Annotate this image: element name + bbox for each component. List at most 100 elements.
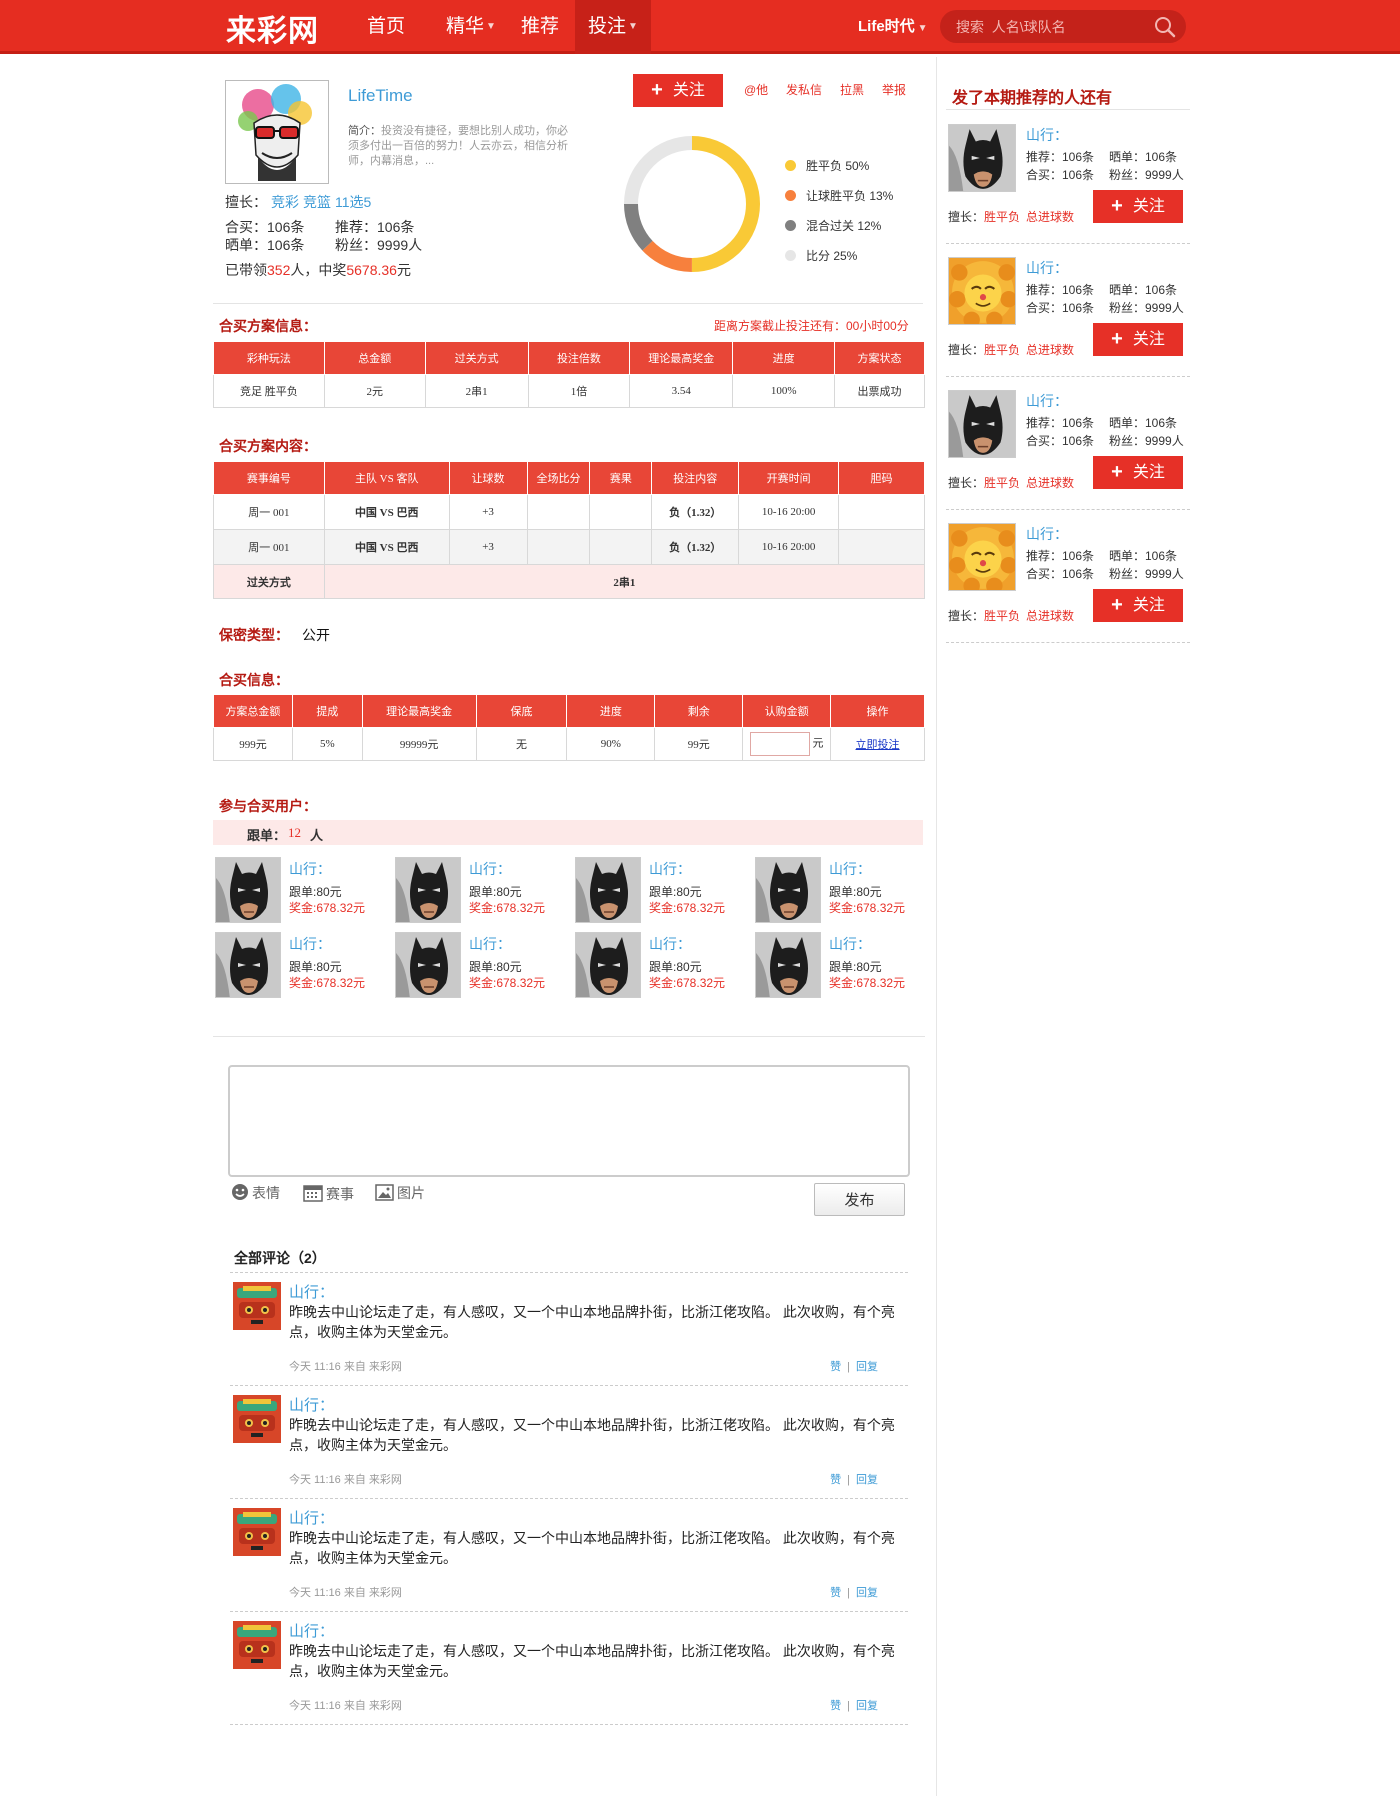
comment-avatar[interactable] xyxy=(233,1395,281,1443)
recommender-avatar[interactable] xyxy=(948,124,1016,192)
emoji-tool[interactable]: 表情 xyxy=(231,1183,280,1203)
follow-button[interactable]: + 关注 xyxy=(1093,190,1183,223)
expertise-tag[interactable]: 竞彩 xyxy=(271,194,299,210)
expertise-tag[interactable]: 总进球数 xyxy=(1026,343,1074,357)
recommender-name[interactable]: 山行： xyxy=(1026,524,1068,544)
nav-featured[interactable]: 精华 ▼ xyxy=(440,0,502,54)
comment-text: 昨晚去中山论坛走了走，有人感叹，又一个中山本地品牌扑街，比浙江佬攻陷。 此次收购… xyxy=(289,1643,895,1679)
like-link[interactable]: 赞 xyxy=(830,1587,841,1599)
expertise-tag[interactable]: 总进球数 xyxy=(1026,210,1074,224)
recommender-name[interactable]: 山行： xyxy=(1026,125,1068,145)
stat-hemai: 合买：106条 xyxy=(225,219,305,235)
comment-author[interactable]: 山行： xyxy=(289,1281,334,1302)
comment-avatar[interactable] xyxy=(233,1508,281,1556)
participant-bonus: 奖金:678.32元 xyxy=(649,901,726,915)
recommender-name[interactable]: 山行： xyxy=(1026,258,1068,278)
comment-author[interactable]: 山行： xyxy=(289,1507,334,1528)
participant-avatar[interactable] xyxy=(575,857,641,923)
block-link[interactable]: 拉黑 xyxy=(840,81,864,98)
comment-actions: 赞 | 回复 xyxy=(830,1697,878,1713)
report-link[interactable]: 举报 xyxy=(882,81,906,98)
participant-avatar[interactable] xyxy=(755,932,821,998)
follow-button[interactable]: + 关注 xyxy=(1093,323,1183,356)
table-row: 999元 5% 99999元 无 90% 99元 元 立即投注 xyxy=(213,727,925,761)
at-him-link[interactable]: @他 xyxy=(744,81,768,98)
expertise-tag[interactable]: 竞篮 xyxy=(303,194,331,210)
comment-avatar[interactable] xyxy=(233,1621,281,1669)
recommender-avatar[interactable] xyxy=(948,390,1016,458)
participant-avatar[interactable] xyxy=(755,857,821,923)
reply-link[interactable]: 回复 xyxy=(856,1474,878,1486)
match-tool[interactable]: 赛事 xyxy=(303,1183,354,1204)
participant-name[interactable]: 山行： xyxy=(289,934,331,954)
buy-unit: 元 xyxy=(812,737,824,750)
private-message-link[interactable]: 发私信 xyxy=(786,81,822,98)
expertise-tag[interactable]: 总进球数 xyxy=(1026,609,1074,623)
search-box xyxy=(940,10,1186,43)
recommender-avatar[interactable] xyxy=(948,523,1016,591)
publish-button[interactable]: 发布 xyxy=(814,1183,905,1216)
buy-amount-input[interactable] xyxy=(749,732,810,756)
participant-name[interactable]: 山行： xyxy=(829,934,871,954)
participant-name[interactable]: 山行： xyxy=(649,934,691,954)
profile-name[interactable]: LifeTime xyxy=(348,86,413,106)
expertise-tag[interactable]: 胜平负 xyxy=(984,476,1020,490)
participant-name[interactable]: 山行： xyxy=(469,934,511,954)
nav-bet[interactable]: 投注 ▼ xyxy=(575,0,651,54)
like-link[interactable]: 赞 xyxy=(830,1474,841,1486)
comment-avatar[interactable] xyxy=(233,1282,281,1330)
image-tool[interactable]: 图片 xyxy=(375,1183,425,1203)
participant-card: 山行： 跟单:80元 奖金:678.32元 xyxy=(213,932,388,1002)
comment-textarea[interactable] xyxy=(228,1065,910,1177)
follow-button[interactable]: + 关注 xyxy=(1093,456,1183,489)
participant-avatar[interactable] xyxy=(215,857,281,923)
reply-link[interactable]: 回复 xyxy=(856,1700,878,1712)
table-header-row: 方案总金额 提成 理论最高奖金 保底 进度 剩余 认购金额 操作 xyxy=(213,694,925,728)
separator: | xyxy=(847,1587,850,1599)
follow-label: 关注 xyxy=(1132,597,1165,614)
recommender-name[interactable]: 山行： xyxy=(1026,391,1068,411)
table-header-row: 赛事编号 主队 VS 客队 让球数 全场比分 赛果 投注内容 开赛时间 胆码 xyxy=(213,461,925,495)
like-link[interactable]: 赞 xyxy=(830,1361,841,1373)
follow-button[interactable]: + 关注 xyxy=(633,74,723,107)
reply-link[interactable]: 回复 xyxy=(856,1587,878,1599)
user-menu[interactable]: Life时代 ▼ xyxy=(858,0,928,54)
comment-author[interactable]: 山行： xyxy=(289,1394,334,1415)
expertise-tag[interactable]: 11选5 xyxy=(335,194,371,210)
legend-label: 比分 25% xyxy=(806,249,858,263)
participant-name[interactable]: 山行： xyxy=(289,859,331,879)
participant-avatar[interactable] xyxy=(575,932,641,998)
table-cell: 中国 VS 巴西 xyxy=(323,529,450,565)
expertise-tag[interactable]: 胜平负 xyxy=(984,210,1020,224)
search-input[interactable] xyxy=(956,10,1156,43)
led-summary: 已带领352人，中奖5678.36元 xyxy=(225,260,411,280)
separator: | xyxy=(847,1474,850,1486)
like-link[interactable]: 赞 xyxy=(830,1700,841,1712)
comment-meta: 今天 11:16 来自 来彩网 xyxy=(289,1587,402,1599)
search-icon[interactable] xyxy=(1154,16,1176,38)
table-header: 方案状态 xyxy=(834,341,925,375)
legend-dot xyxy=(785,250,796,261)
expertise-tag[interactable]: 总进球数 xyxy=(1026,476,1074,490)
table-cell xyxy=(589,494,653,530)
reply-link[interactable]: 回复 xyxy=(856,1361,878,1373)
site-logo[interactable]: 来彩网 xyxy=(226,6,319,50)
expertise-tag[interactable]: 胜平负 xyxy=(984,343,1020,357)
participant-avatar[interactable] xyxy=(395,857,461,923)
participant-name[interactable]: 山行： xyxy=(469,859,511,879)
expertise-tag[interactable]: 胜平负 xyxy=(984,609,1020,623)
participant-follow: 跟单:80元 xyxy=(469,885,522,899)
buy-now-link[interactable]: 立即投注 xyxy=(856,739,900,751)
participant-name[interactable]: 山行： xyxy=(649,859,691,879)
follow-count-bar: 跟单： 12 人 xyxy=(213,820,923,845)
participant-avatar[interactable] xyxy=(395,932,461,998)
participant-name[interactable]: 山行： xyxy=(829,859,871,879)
profile-avatar[interactable] xyxy=(225,80,329,184)
nav-home[interactable]: 首页 xyxy=(356,0,416,54)
follow-button[interactable]: + 关注 xyxy=(1093,589,1183,622)
participant-avatar[interactable] xyxy=(215,932,281,998)
nav-recommend[interactable]: 推荐 xyxy=(510,0,570,54)
comment-author[interactable]: 山行： xyxy=(289,1620,334,1641)
recommender-avatar[interactable] xyxy=(948,257,1016,325)
table-cell xyxy=(589,529,653,565)
